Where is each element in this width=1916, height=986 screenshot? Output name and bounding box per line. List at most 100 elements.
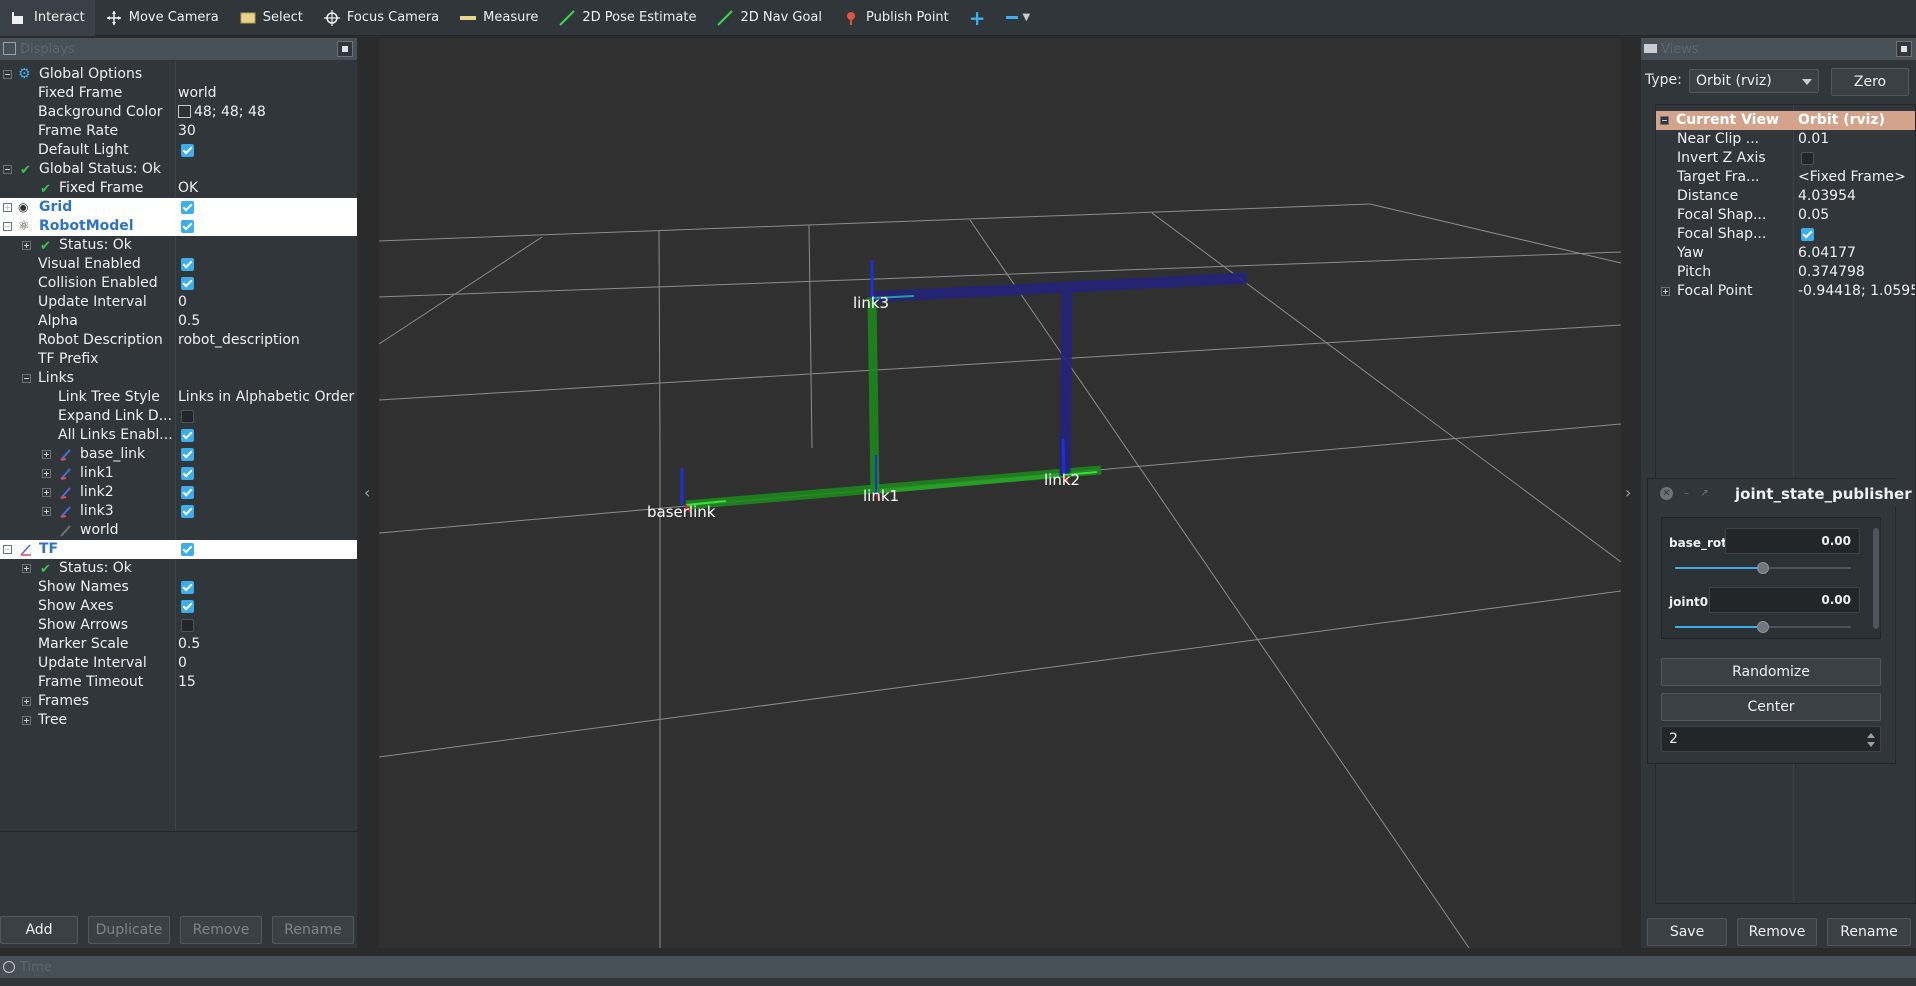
- expand-icon[interactable]: [1661, 287, 1670, 296]
- tree-row-collision-enabled[interactable]: Collision Enabled: [0, 274, 357, 293]
- collapse-left-panel-icon[interactable]: ‹: [364, 483, 370, 502]
- tree-value[interactable]: <Fixed Frame>: [1798, 168, 1906, 187]
- minimize-icon[interactable]: –: [1680, 487, 1693, 500]
- collapse-icon[interactable]: [3, 545, 12, 554]
- float-panel-button[interactable]: [1896, 41, 1912, 57]
- tree-row-pitch[interactable]: Pitch 0.374798: [1656, 263, 1915, 282]
- expand-icon[interactable]: [42, 450, 51, 459]
- checkbox[interactable]: [181, 277, 194, 290]
- tree-row-frames[interactable]: Frames: [0, 692, 357, 711]
- chevron-up-icon[interactable]: [1867, 733, 1875, 738]
- tree-row-visual-enabled[interactable]: Visual Enabled: [0, 255, 357, 274]
- tree-row-links[interactable]: Links: [0, 369, 357, 388]
- tree-value[interactable]: robot_description: [178, 331, 300, 350]
- checkbox[interactable]: [181, 144, 194, 157]
- tree-row-yaw[interactable]: Yaw 6.04177: [1656, 244, 1915, 263]
- tree-value[interactable]: 0.05: [1798, 206, 1829, 225]
- collapse-icon[interactable]: [3, 165, 12, 174]
- maximize-icon[interactable]: ↗: [1698, 487, 1711, 500]
- tree-row-robot-description[interactable]: Robot Description robot_description: [0, 331, 357, 350]
- tree-row-link-link1[interactable]: link1: [0, 464, 357, 483]
- checkbox[interactable]: [181, 581, 194, 594]
- close-icon[interactable]: ✕: [1660, 487, 1673, 500]
- tree-value[interactable]: 0.374798: [1798, 263, 1865, 282]
- collapse-icon[interactable]: [3, 222, 12, 231]
- tree-row-near-clip[interactable]: Near Clip ... 0.01: [1656, 130, 1915, 149]
- tree-row-tf-update-interval[interactable]: Update Interval 0: [0, 654, 357, 673]
- zero-button[interactable]: Zero: [1831, 68, 1909, 96]
- joint-slider[interactable]: [1675, 620, 1851, 634]
- tree-row-tree[interactable]: Tree: [0, 711, 357, 730]
- rename-view-button[interactable]: Rename: [1827, 918, 1911, 946]
- tree-row-invert-z-axis[interactable]: Invert Z Axis: [1656, 149, 1915, 168]
- collapse-icon[interactable]: [1660, 116, 1669, 125]
- tree-row-focal-point[interactable]: Focal Point -0.94418; 1.0595...: [1656, 282, 1915, 301]
- tree-row-grid[interactable]: ◉ Grid: [0, 198, 357, 217]
- tree-value[interactable]: 0.01: [1798, 130, 1829, 149]
- tool-measure[interactable]: Measure: [449, 0, 548, 36]
- chevron-down-icon[interactable]: [1867, 742, 1875, 747]
- tree-row-link-tree-style[interactable]: Link Tree Style Links in Alphabetic Orde…: [0, 388, 357, 407]
- tool-move-camera[interactable]: Move Camera: [95, 0, 229, 36]
- checkbox[interactable]: [181, 600, 194, 613]
- tool-2d-nav-goal[interactable]: 2D Nav Goal: [706, 0, 832, 36]
- tree-row-show-axes[interactable]: Show Axes: [0, 597, 357, 616]
- add-tool-button[interactable]: +: [959, 0, 996, 36]
- tool-publish-point[interactable]: Publish Point: [832, 0, 959, 36]
- tree-row-fixed-frame[interactable]: Fixed Frame world: [0, 84, 357, 103]
- tree-row-target-frame[interactable]: Target Fra... <Fixed Frame>: [1656, 168, 1915, 187]
- tree-row-distance[interactable]: Distance 4.03954: [1656, 187, 1915, 206]
- expand-icon[interactable]: [22, 697, 31, 706]
- expand-icon[interactable]: [22, 716, 31, 725]
- tree-row-all-links-enabled[interactable]: All Links Enabl...: [0, 426, 357, 445]
- tree-row-expand-link-details[interactable]: Expand Link D...: [0, 407, 357, 426]
- tree-value[interactable]: 30: [178, 122, 196, 141]
- collapse-icon[interactable]: [22, 374, 31, 383]
- tree-value[interactable]: Links in Alphabetic Order: [178, 388, 354, 407]
- tree-row-link-world[interactable]: world: [0, 521, 357, 540]
- duplicate-button[interactable]: Duplicate: [88, 916, 170, 944]
- tool-select[interactable]: Select: [229, 0, 313, 36]
- tree-row-focal-shape-size[interactable]: Focal Shap... 0.05: [1656, 206, 1915, 225]
- checkbox[interactable]: [181, 619, 194, 632]
- tree-row-rm-status[interactable]: ✔ Status: Ok: [0, 236, 357, 255]
- tree-value[interactable]: 4.03954: [1798, 187, 1856, 206]
- tree-row-global-status[interactable]: ✔ Global Status: Ok: [0, 160, 357, 179]
- tool-interact[interactable]: Interact: [0, 0, 95, 36]
- checkbox[interactable]: [1801, 152, 1814, 165]
- save-view-button[interactable]: Save: [1647, 918, 1727, 946]
- rename-button[interactable]: Rename: [272, 916, 354, 944]
- tree-value[interactable]: 48; 48; 48: [178, 103, 266, 122]
- randomize-button[interactable]: Randomize: [1661, 658, 1881, 686]
- add-button[interactable]: Add: [0, 916, 78, 944]
- tool-2d-pose-estimate[interactable]: 2D Pose Estimate: [548, 0, 706, 36]
- tree-row-background-color[interactable]: Background Color 48; 48; 48: [0, 103, 357, 122]
- tree-row-frame-timeout[interactable]: Frame Timeout 15: [0, 673, 357, 692]
- tree-row-tf-status[interactable]: ✔ Status: Ok: [0, 559, 357, 578]
- view-type-select[interactable]: Orbit (rviz): [1689, 69, 1819, 93]
- checkbox[interactable]: [181, 543, 194, 556]
- expand-icon[interactable]: [22, 241, 31, 250]
- tree-row-focal-shape-fixed[interactable]: Focal Shap...: [1656, 225, 1915, 244]
- jsp-title-bar[interactable]: ✕ – ↗ joint_state_publisher: [1648, 479, 1912, 507]
- scrollbar[interactable]: [1873, 528, 1879, 629]
- tree-row-alpha[interactable]: Alpha 0.5: [0, 312, 357, 331]
- checkbox[interactable]: [181, 467, 194, 480]
- tree-value[interactable]: 0.5: [178, 312, 200, 331]
- tree-row-link-link3[interactable]: link3: [0, 502, 357, 521]
- tree-value[interactable]: 6.04177: [1798, 244, 1856, 263]
- checkbox[interactable]: [181, 201, 194, 214]
- checkbox[interactable]: [1801, 228, 1814, 241]
- tool-focus-camera[interactable]: Focus Camera: [313, 0, 449, 36]
- slider-handle[interactable]: [1757, 562, 1769, 574]
- center-button[interactable]: Center: [1661, 693, 1881, 721]
- tree-row-tf[interactable]: TF: [0, 540, 357, 559]
- remove-view-button[interactable]: Remove: [1737, 918, 1817, 946]
- tree-row-tf-prefix[interactable]: TF Prefix: [0, 350, 357, 369]
- slider-handle[interactable]: [1757, 621, 1769, 633]
- tree-row-marker-scale[interactable]: Marker Scale 0.5: [0, 635, 357, 654]
- joint-value-field[interactable]: 0.00: [1709, 587, 1860, 613]
- expand-icon[interactable]: [22, 564, 31, 573]
- tree-row-robotmodel[interactable]: ⚛ RobotModel: [0, 217, 357, 236]
- render-viewport[interactable]: baserlink link1 link2 link3: [379, 38, 1621, 948]
